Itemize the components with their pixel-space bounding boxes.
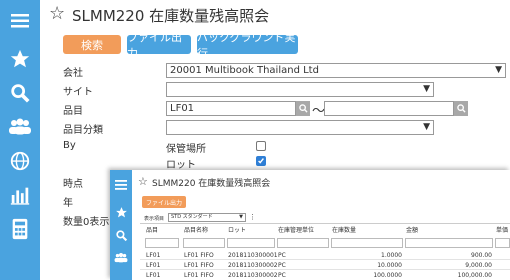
search-icon[interactable]	[110, 225, 132, 245]
filter-item-name[interactable]	[183, 238, 225, 248]
filter-lot[interactable]	[227, 238, 275, 248]
cell-item: LF01	[146, 252, 161, 259]
column-header-lot[interactable]: ロット	[228, 225, 246, 237]
cell-item: LF01	[146, 262, 161, 269]
display-item-value: STD スタンダード	[171, 214, 213, 220]
column-header-unit[interactable]: 在庫管理単位	[278, 225, 314, 237]
favorites-star-icon[interactable]	[110, 202, 132, 222]
by-label: By	[63, 140, 76, 151]
by-storage-location-checkbox[interactable]	[256, 141, 266, 151]
chevron-down-icon: ▼	[239, 214, 243, 220]
by-storage-location-label: 保管場所	[166, 144, 206, 155]
calculator-icon[interactable]	[0, 214, 40, 244]
column-header-item[interactable]: 品目	[146, 225, 158, 237]
background-run-button[interactable]: バックグラウンド実行	[197, 31, 298, 60]
item-from-value: LF01	[170, 103, 195, 114]
search-button[interactable]: 検索	[63, 35, 121, 54]
cell-unit: PC	[278, 262, 286, 269]
bar-chart-icon[interactable]	[0, 180, 40, 210]
by-lot-checkbox[interactable]	[256, 156, 266, 166]
year-label: 年	[63, 198, 73, 209]
users-icon[interactable]	[110, 248, 132, 268]
item-to-input[interactable]	[324, 101, 454, 116]
filter-unit-price[interactable]	[495, 238, 510, 248]
cell-lot: 2018110300002	[228, 262, 278, 269]
column-header-item-name[interactable]: 品目名称	[184, 225, 208, 237]
favorite-star-icon[interactable]: ☆	[49, 5, 65, 23]
table-row[interactable]: LF01 LF01 FIFO 2018110300001 PC 1.0000 9…	[140, 251, 510, 260]
item-category-label: 品目分類	[63, 125, 103, 136]
item-label: 品目	[63, 106, 83, 117]
chevron-down-icon: ▼	[495, 65, 502, 75]
table-row[interactable]: LF01 LF01 FIFO 2018110300002 PC 100.0000…	[140, 271, 510, 280]
column-header-quantity[interactable]: 在庫数量	[332, 225, 356, 237]
company-value: 20001 Multibook Thailand Ltd	[170, 65, 319, 76]
site-select[interactable]: ▼	[166, 82, 434, 97]
by-lot-label: ロット	[166, 160, 196, 171]
file-output-button[interactable]: ファイル出力	[127, 31, 191, 60]
company-label: 会社	[63, 68, 83, 79]
display-item-select[interactable]: STD スタンダード ▼	[168, 213, 246, 222]
cell-lot: 2018110300001	[228, 252, 278, 259]
cell-unit: PC	[278, 252, 286, 259]
users-icon[interactable]	[0, 112, 40, 142]
sidebar	[0, 0, 40, 280]
more-options-icon[interactable]: ⋮	[249, 213, 256, 221]
results-window: ☆ SLMM220 在庫数量残高照会 ファイル出力 表示項目 STD スタンダー…	[110, 170, 510, 280]
item-to-lookup-icon[interactable]	[454, 101, 468, 116]
column-header-unit-price[interactable]: 単価	[496, 225, 508, 237]
item-category-select[interactable]: ▼	[166, 120, 434, 135]
cell-quantity: 100.0000	[373, 272, 402, 279]
title-bar: ☆ SLMM220 在庫数量残高照会	[40, 0, 510, 30]
cell-amount: 9,000.00	[465, 262, 492, 269]
filter-quantity[interactable]	[331, 238, 403, 248]
site-label: サイト	[63, 87, 93, 98]
cell-lot: 2018110300002	[228, 272, 278, 279]
filter-amount[interactable]	[405, 238, 493, 248]
column-header-amount[interactable]: 金額	[406, 225, 418, 237]
favorites-star-icon[interactable]	[0, 44, 40, 74]
display-item-label: 表示項目	[144, 216, 165, 222]
chevron-down-icon: ▼	[423, 122, 430, 132]
filter-item[interactable]	[145, 238, 179, 248]
results-title: SLMM220 在庫数量残高照会	[152, 179, 271, 189]
item-from-input[interactable]: LF01	[166, 101, 296, 116]
favorite-star-icon[interactable]: ☆	[138, 175, 148, 188]
search-icon[interactable]	[0, 78, 40, 108]
menu-icon[interactable]	[0, 6, 40, 36]
point-in-time-label: 時点	[63, 179, 83, 190]
filter-unit[interactable]	[277, 238, 329, 248]
cell-amount: 100,000.00	[457, 272, 492, 279]
item-from-lookup-icon[interactable]	[296, 101, 310, 116]
cell-item-name: LF01 FIFO	[184, 272, 214, 279]
page-title: SLMM220 在庫数量残高照会	[72, 7, 270, 25]
cell-quantity: 1.0000	[381, 252, 402, 259]
cell-quantity: 10.0000	[377, 262, 402, 269]
chevron-down-icon: ▼	[423, 84, 430, 94]
globe-icon[interactable]	[0, 146, 40, 176]
cell-amount: 900.00	[471, 252, 492, 259]
results-file-output-button[interactable]: ファイル出力	[142, 196, 186, 208]
cell-item: LF01	[146, 272, 161, 279]
menu-icon[interactable]	[110, 175, 132, 195]
cell-item-name: LF01 FIFO	[184, 262, 214, 269]
table-row[interactable]: LF01 LF01 FIFO 2018110300002 PC 10.0000 …	[140, 261, 510, 270]
cell-item-name: LF01 FIFO	[184, 252, 214, 259]
cell-unit: PC	[278, 272, 286, 279]
results-sidebar	[110, 170, 132, 280]
zero-qty-label: 数量0表示	[63, 217, 110, 228]
company-select[interactable]: 20001 Multibook Thailand Ltd ▼	[166, 63, 506, 78]
